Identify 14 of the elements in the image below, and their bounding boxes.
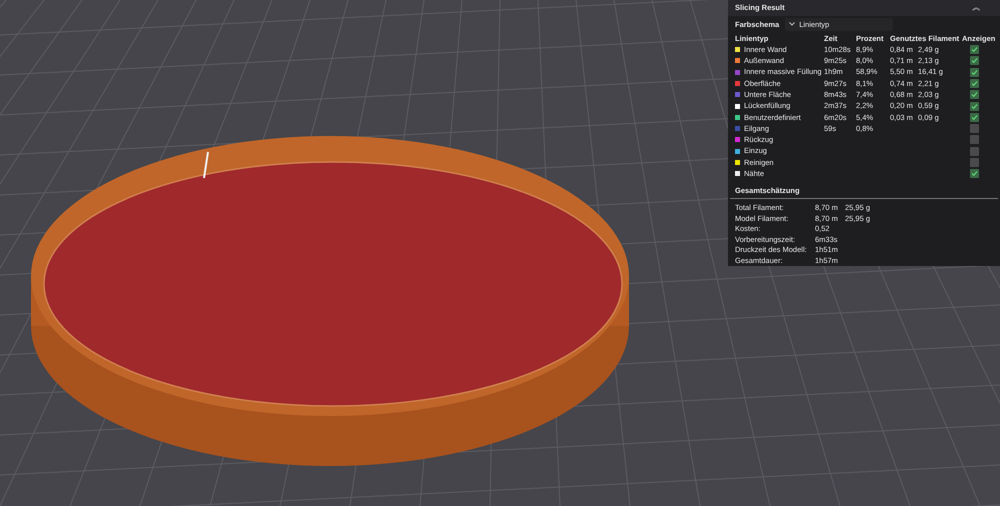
show-checkbox[interactable]: [970, 135, 979, 144]
show-checkbox[interactable]: [970, 169, 979, 178]
show-checkbox[interactable]: [970, 124, 979, 134]
show-checkbox[interactable]: [970, 45, 979, 54]
show-checkbox[interactable]: [970, 78, 979, 88]
show-checkbox[interactable]: [970, 158, 979, 168]
show-checkbox[interactable]: [970, 68, 979, 77]
show-checkbox[interactable]: [970, 112, 979, 122]
show-checkbox[interactable]: [970, 90, 979, 100]
show-checkbox[interactable]: [970, 102, 979, 111]
show-checkbox[interactable]: [970, 56, 979, 66]
collapse-button[interactable]: ︽: [972, 3, 981, 12]
show-checkbox[interactable]: [970, 146, 979, 156]
chevron-down-icon: [789, 22, 796, 26]
